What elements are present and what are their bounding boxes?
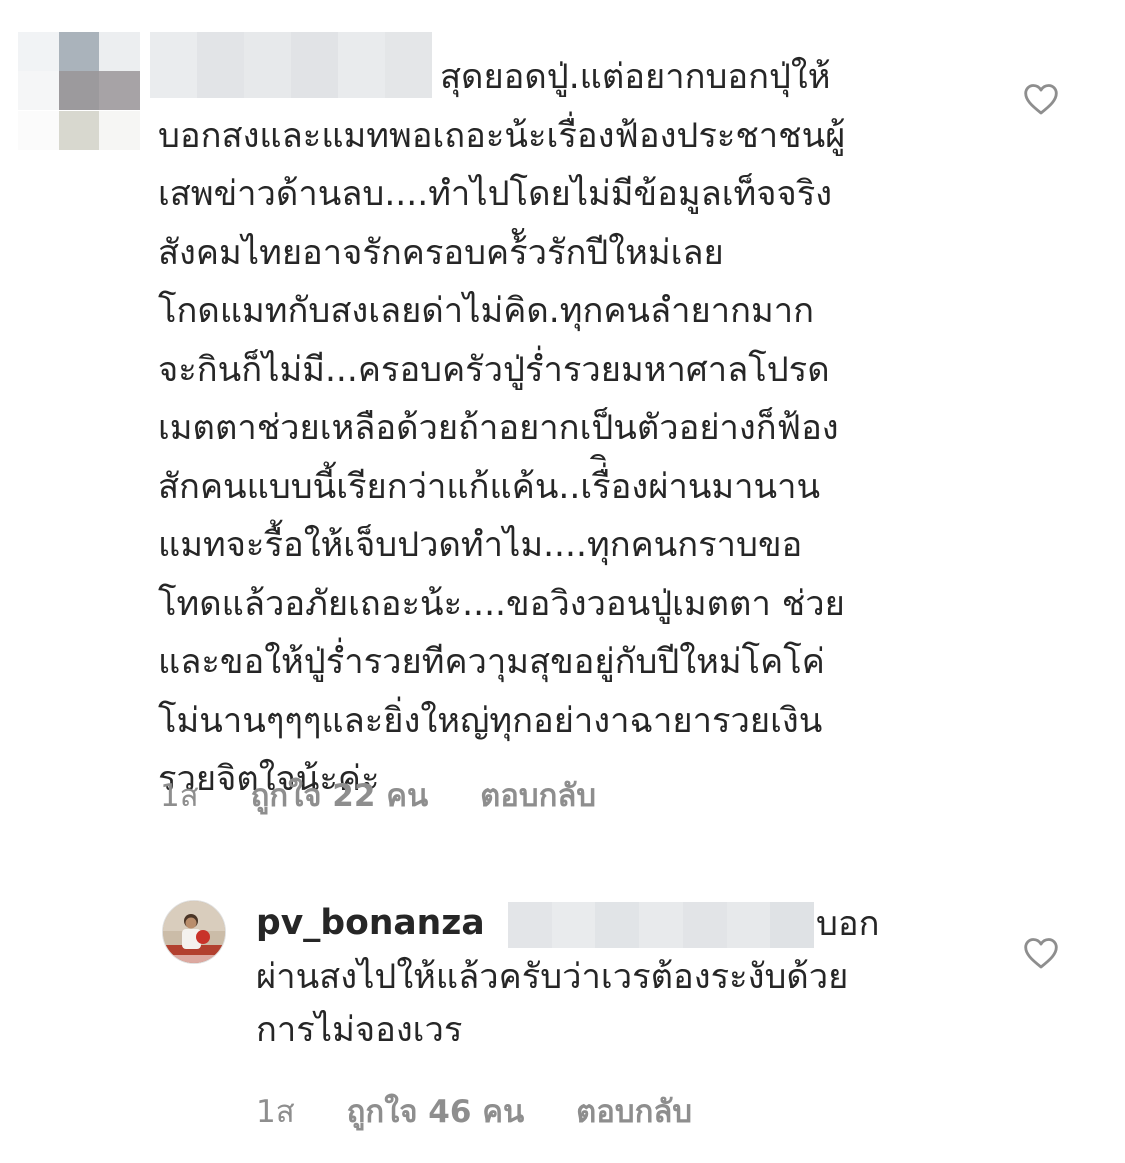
comment-line: โกดแมทกับสงเลยด่าไม่คิด.ทุกคนลำยากมาก xyxy=(158,291,814,331)
comment-time: 1ส xyxy=(160,778,199,814)
comment-line: การไม่จองเวร xyxy=(256,1010,463,1050)
comment-line: จะกินก็ไม่มี...ครอบครัวปู่ร่ำรวยมหาศาลโป… xyxy=(158,349,830,390)
comment-body: สุดยอดปู่.แต่อยากบอกปุ่ให้ บอกสงและแมทพอ… xyxy=(158,48,978,809)
avatar[interactable] xyxy=(162,900,226,964)
comment-line: สุดยอดปู่.แต่อยากบอกปุ่ให้ xyxy=(440,57,831,97)
reply-button[interactable]: ตอบกลับ xyxy=(576,1086,692,1136)
avatar-pixelated[interactable] xyxy=(18,32,140,150)
comment-line: สังคมไทยอาจรักครอบคร้ัวรักปีใหม่เลย xyxy=(158,232,724,273)
comment-line: แมทจะรื้อให้เจ็บปวดทำไม....ทุกคนกราบขอ xyxy=(158,525,803,565)
comment-line: และขอให้ปู่ร่ำรวยทีควาุมสุขอยู่กับปีใหม่… xyxy=(158,642,825,682)
comment-meta: 1ส ถูกใจ 46 คน ตอบกลับ xyxy=(256,1086,692,1136)
reply-button[interactable]: ตอบกลับ xyxy=(480,770,596,820)
comment-line: โม่นานๆๆๆและยิ่งใหญ่ทุกอย่างาฉายารวยเงิน xyxy=(158,700,823,741)
comment-line: บอก xyxy=(816,904,880,944)
likes-count[interactable]: ถูกใจ 22 คน xyxy=(251,770,429,820)
likes-count[interactable]: ถูกใจ 46 คน xyxy=(347,1086,525,1136)
comment-line: บอกสงและแมทพอเถอะน้ะเรื่องฟ้องประชาชนผู้ xyxy=(158,115,846,156)
comment-time: 1ส xyxy=(256,1094,295,1130)
reply-body: บอก ผ่านสงไปให้แล้วครับว่าเวรต้องระงับด้… xyxy=(256,898,976,1057)
heart-outline-icon[interactable] xyxy=(1023,82,1059,116)
comment-line: เมตตาช่วยเหลือด้วยถ้าอยากเป็นตัวอย่างก็ฟ… xyxy=(158,408,839,448)
comment-meta: 1ส ถูกใจ 22 คน ตอบกลับ xyxy=(160,770,596,820)
heart-outline-icon[interactable] xyxy=(1023,936,1059,970)
comment-line: เสพข่าวด้านลบ....ทำไปโดยไม่มีข้อมูลเท็จจ… xyxy=(158,174,833,214)
comment-line: โทดแล้วอภัยเถอะน้ะ....ขอวิงวอนปู่เมตตา ช… xyxy=(158,583,845,624)
comment-line: สักคนแบบนี้เรียกว่าแก้แค้น..เรื่ิองผ่านม… xyxy=(158,466,821,507)
comment-line: ผ่านสงไปให้แล้วครับว่าเวรต้องระงับด้วย xyxy=(256,957,849,997)
